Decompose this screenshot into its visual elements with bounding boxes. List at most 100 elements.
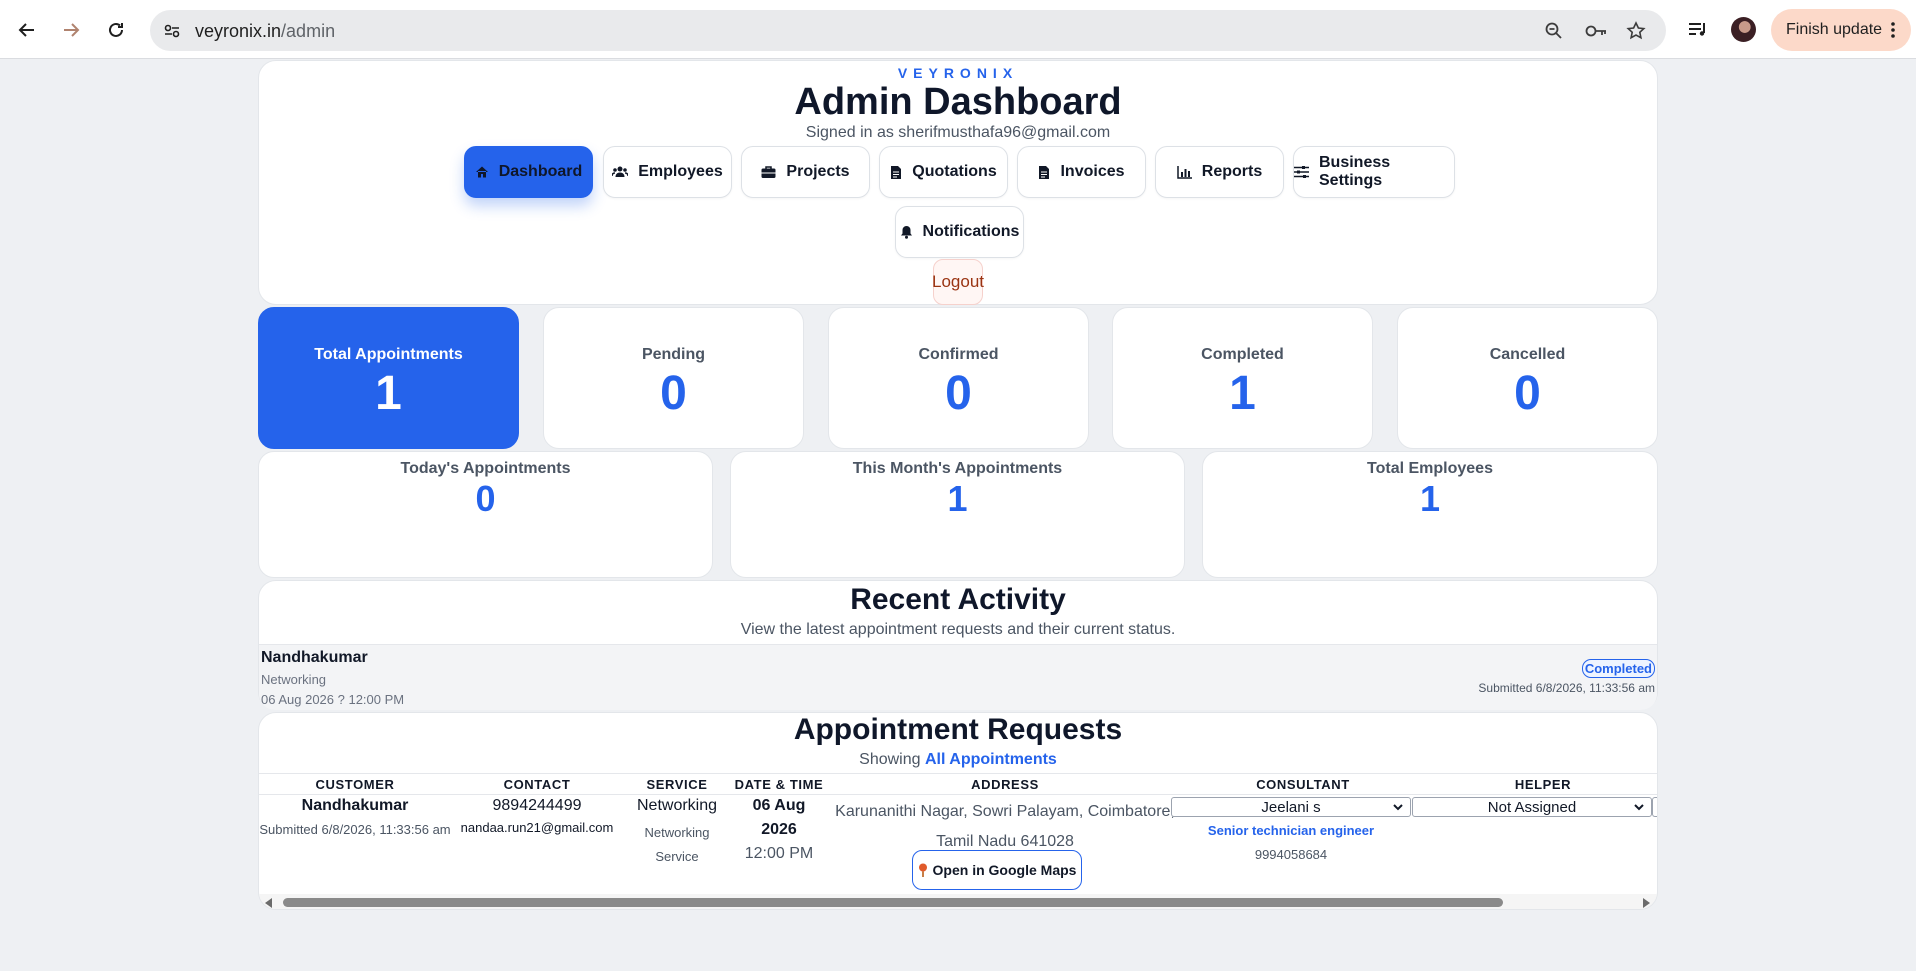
- stat-value: 1: [947, 478, 968, 519]
- nav-quotations-button[interactable]: Quotations: [879, 146, 1008, 198]
- bookmark-star-icon[interactable]: [1624, 19, 1648, 43]
- nav-notifications-button[interactable]: Notifications: [895, 206, 1024, 258]
- logout-label: Logout: [932, 272, 984, 291]
- column-header-helper: HELPER: [1514, 777, 1572, 792]
- stat-label: Total Appointments: [314, 346, 463, 363]
- document-icon: [1039, 165, 1050, 179]
- profile-avatar[interactable]: [1731, 17, 1756, 42]
- nav-business-settings-label: Business Settings: [1319, 154, 1391, 189]
- activity-datetime: 06 Aug 2026 ? 12:00 PM: [261, 692, 405, 707]
- stat-completed[interactable]: Completed 1: [1112, 307, 1373, 449]
- sliders-icon: [1294, 166, 1309, 178]
- nav-invoices-button[interactable]: Invoices: [1017, 146, 1146, 198]
- stat-label: Completed: [1201, 346, 1284, 363]
- stat-month-appointments: This Month's Appointments 1: [730, 451, 1185, 578]
- stat-label: Pending: [641, 346, 706, 363]
- stat-value: 1: [1419, 478, 1441, 519]
- document-icon: [891, 165, 902, 179]
- reload-icon: [109, 22, 123, 37]
- stat-total-appointments[interactable]: Total Appointments 1: [258, 307, 519, 449]
- stat-pending[interactable]: Pending 0: [543, 307, 804, 449]
- showing-filter-value[interactable]: All Appointments: [925, 751, 1057, 768]
- nav-invoices-label: Invoices: [1060, 163, 1125, 180]
- customer-name: Nandhakumar: [301, 797, 409, 814]
- nav-dashboard-button[interactable]: Dashboard: [464, 146, 593, 198]
- kebab-menu-icon: [1891, 22, 1895, 38]
- status-badge: Completed: [1581, 659, 1655, 678]
- chevron-down-icon: [1393, 804, 1403, 811]
- password-key-icon[interactable]: [1582, 19, 1610, 43]
- column-header-date-time: DATE & TIME: [734, 777, 824, 792]
- open-google-maps-button[interactable]: Open in Google Maps: [912, 850, 1082, 890]
- column-header-consultant: CONSULTANT: [1256, 777, 1350, 792]
- stat-value: 1: [375, 367, 402, 420]
- consultant-phone: 9994058684: [1254, 847, 1328, 862]
- helper-select[interactable]: Not Assigned: [1412, 797, 1652, 817]
- url-domain: veyronix.in: [195, 21, 282, 41]
- site-info-icon[interactable]: [160, 19, 184, 43]
- stat-value: 0: [475, 478, 496, 519]
- briefcase-icon: [761, 166, 776, 178]
- nav-employees-label: Employees: [638, 163, 723, 180]
- next-column-select[interactable]: [1652, 797, 1657, 817]
- nav-employees-button[interactable]: Employees: [603, 146, 732, 198]
- scroll-right-arrow-icon[interactable]: [1643, 898, 1650, 908]
- open-google-maps-label: Open in Google Maps: [932, 862, 1077, 878]
- address-bar[interactable]: veyronix.in/admin: [150, 10, 1666, 51]
- contact-email: nandaa.run21@gmail.com: [460, 820, 614, 835]
- stat-cancelled[interactable]: Cancelled 0: [1397, 307, 1658, 449]
- stat-value: 1: [1229, 367, 1256, 420]
- nav-projects-button[interactable]: Projects: [741, 146, 870, 198]
- nav-reports-button[interactable]: Reports: [1155, 146, 1284, 198]
- stat-todays-appointments: Today's Appointments 0: [258, 451, 713, 578]
- date-year: 2026: [761, 821, 797, 838]
- scroll-left-arrow-icon[interactable]: [265, 898, 272, 908]
- url-text[interactable]: veyronix.in/admin: [195, 21, 335, 42]
- arrow-right-icon: [64, 23, 80, 37]
- activity-submitted: Submitted 6/8/2026, 11:33:56 am: [1478, 681, 1655, 695]
- nav-business-settings-button[interactable]: Business Settings: [1293, 146, 1455, 198]
- media-queue-icon[interactable]: [1686, 17, 1710, 41]
- date-day: 06 Aug: [752, 797, 806, 814]
- back-button[interactable]: [10, 13, 44, 47]
- nav-reports-label: Reports: [1201, 163, 1263, 180]
- column-header-service: SERVICE: [646, 777, 708, 792]
- recent-activity-title: Recent Activity: [850, 583, 1066, 616]
- stat-label: Confirmed: [918, 346, 999, 363]
- table-header-row: CUSTOMER CONTACT SERVICE DATE & TIME ADD…: [259, 773, 1657, 795]
- stat-confirmed[interactable]: Confirmed 0: [828, 307, 1089, 449]
- brand-logo-text: VEYRONIX: [897, 65, 1019, 81]
- page-title: Admin Dashboard: [794, 81, 1122, 123]
- consultant-select[interactable]: Jeelani s: [1171, 797, 1411, 817]
- activity-list-item[interactable]: Nandhakumar Networking 06 Aug 2026 ? 12:…: [259, 644, 1657, 710]
- nav-dashboard-label: Dashboard: [498, 163, 583, 180]
- finish-update-button[interactable]: Finish update: [1771, 9, 1911, 51]
- horizontal-scrollbar[interactable]: [259, 894, 1657, 909]
- bar-chart-icon: [1177, 165, 1192, 179]
- column-header-customer: CUSTOMER: [315, 777, 395, 792]
- service-name: Networking: [636, 797, 718, 814]
- activity-service: Networking: [261, 672, 327, 687]
- zoom-icon[interactable]: [1542, 19, 1566, 43]
- recent-activity-card: Recent Activity View the latest appointm…: [258, 580, 1658, 710]
- signed-in-text: Signed in as sherifmusthafa96@gmail.com: [805, 124, 1111, 141]
- forward-button[interactable]: [54, 13, 88, 47]
- map-pin-icon: [918, 863, 927, 877]
- stat-total-employees: Total Employees 1: [1202, 451, 1658, 578]
- appointment-requests-title: Appointment Requests: [793, 713, 1123, 746]
- appointment-time: 12:00 PM: [744, 845, 814, 862]
- scrollbar-thumb[interactable]: [283, 898, 1503, 907]
- chevron-down-icon: [1634, 804, 1644, 811]
- helper-selected: Not Assigned: [1487, 798, 1577, 816]
- home-icon: [475, 166, 488, 178]
- customer-submitted: Submitted 6/8/2026, 11:33:56 am: [259, 822, 451, 837]
- recent-activity-subtitle: View the latest appointment requests and…: [740, 621, 1176, 638]
- reload-button[interactable]: [99, 13, 133, 47]
- browser-toolbar: veyronix.in/admin Finish update: [0, 0, 1916, 59]
- logout-button[interactable]: Logout: [932, 259, 984, 305]
- consultant-selected: Jeelani s: [1261, 798, 1321, 816]
- stat-label: Total Employees: [1367, 460, 1493, 477]
- bell-icon: [900, 226, 912, 239]
- column-header-contact: CONTACT: [503, 777, 571, 792]
- stat-value: 0: [1514, 367, 1541, 420]
